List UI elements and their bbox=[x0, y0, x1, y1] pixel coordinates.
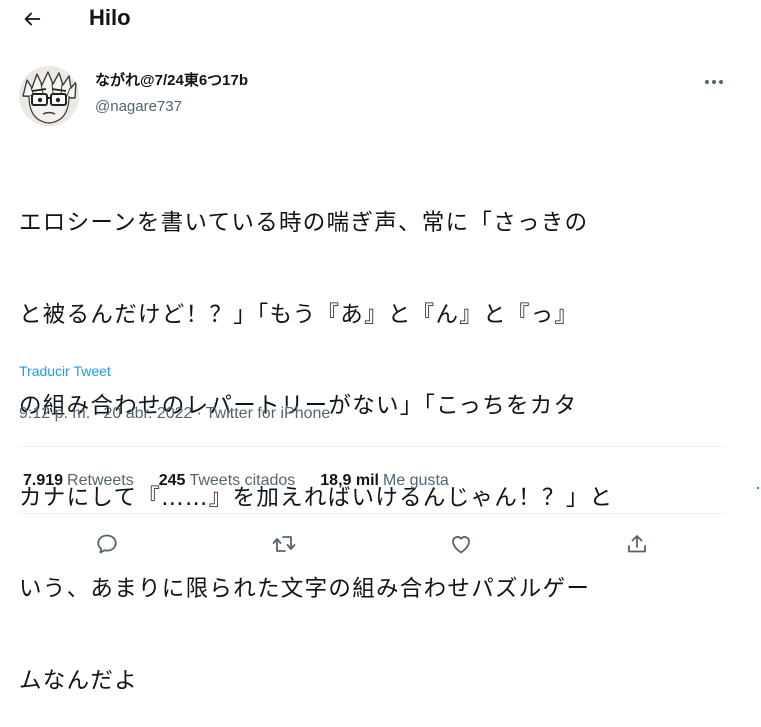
tweet-meta: 9:12 p. m. · 20 abr. 2022 · Twitter for iPho… bbox=[19, 403, 330, 425]
more-horizontal-icon bbox=[705, 80, 723, 84]
likes-label: Me gusta bbox=[382, 472, 449, 489]
like-button[interactable] bbox=[446, 529, 476, 559]
tweet-date[interactable]: 20 abr. 2022 bbox=[103, 405, 192, 422]
tweet-text-line: いう、あまりに限られた文字の組み合わせパズルゲー bbox=[19, 576, 591, 602]
tweet-source[interactable]: Twitter for iPhone bbox=[206, 405, 331, 422]
top-header: Hilo bbox=[0, 0, 761, 40]
retweet-button[interactable] bbox=[269, 529, 299, 559]
tweet-text-line: と被るんだけど！？」「もう『あ』と『ん』と『っ』 bbox=[19, 301, 579, 328]
page-title: Hilo bbox=[89, 5, 131, 30]
retweet-icon bbox=[272, 536, 296, 552]
share-button[interactable] bbox=[622, 529, 652, 559]
avatar[interactable] bbox=[19, 66, 79, 126]
meta-separator: · bbox=[94, 405, 100, 422]
divider bbox=[19, 446, 726, 447]
more-options-button[interactable] bbox=[700, 72, 728, 92]
likes-count: 18,9 mil bbox=[320, 472, 379, 489]
arrow-left-icon bbox=[24, 12, 41, 26]
back-button[interactable] bbox=[19, 6, 45, 32]
retweets-label: Retweets bbox=[67, 472, 134, 489]
quotes-stat[interactable]: 245 Tweets citados bbox=[159, 470, 296, 492]
reply-icon bbox=[97, 534, 117, 554]
tweet-text: エロシーンを書いている時の喘ぎ声、常に「さっきの と被るんだけど！？」「もう『あ… bbox=[19, 147, 719, 727]
manga-glasses-face-avatar bbox=[19, 66, 79, 126]
author-display-name[interactable]: ながれ@7/24東6つ17b bbox=[95, 70, 248, 92]
tweet-time[interactable]: 9:12 p. m. bbox=[19, 405, 90, 422]
meta-separator: · bbox=[196, 405, 202, 422]
retweets-stat[interactable]: 7.919 Retweets bbox=[23, 470, 134, 492]
tweet-stats: 7.919 Retweets 245 Tweets citados 18,9 mil… bbox=[23, 470, 449, 492]
heart-icon bbox=[452, 536, 470, 554]
author-handle[interactable]: @nagare737 bbox=[95, 96, 248, 118]
quotes-count: 245 bbox=[158, 472, 186, 489]
translate-tweet-link[interactable]: Traducir Tweet bbox=[19, 362, 111, 380]
tweet-text-line: ムなんだよ bbox=[19, 667, 139, 694]
share-icon bbox=[628, 535, 646, 553]
retweets-count: 7.919 bbox=[23, 472, 64, 489]
quotes-label: Tweets citados bbox=[189, 472, 296, 489]
tweet-author: ながれ@7/24東6つ17b @nagare737 bbox=[95, 70, 248, 118]
tweet-text-line: エロシーンを書いている時の喘ぎ声、常に「さっきの bbox=[19, 210, 589, 236]
reply-button[interactable] bbox=[92, 529, 122, 559]
likes-stat[interactable]: 18,9 mil Me gusta bbox=[320, 470, 449, 492]
edge-dot bbox=[757, 487, 759, 489]
divider bbox=[19, 513, 726, 514]
